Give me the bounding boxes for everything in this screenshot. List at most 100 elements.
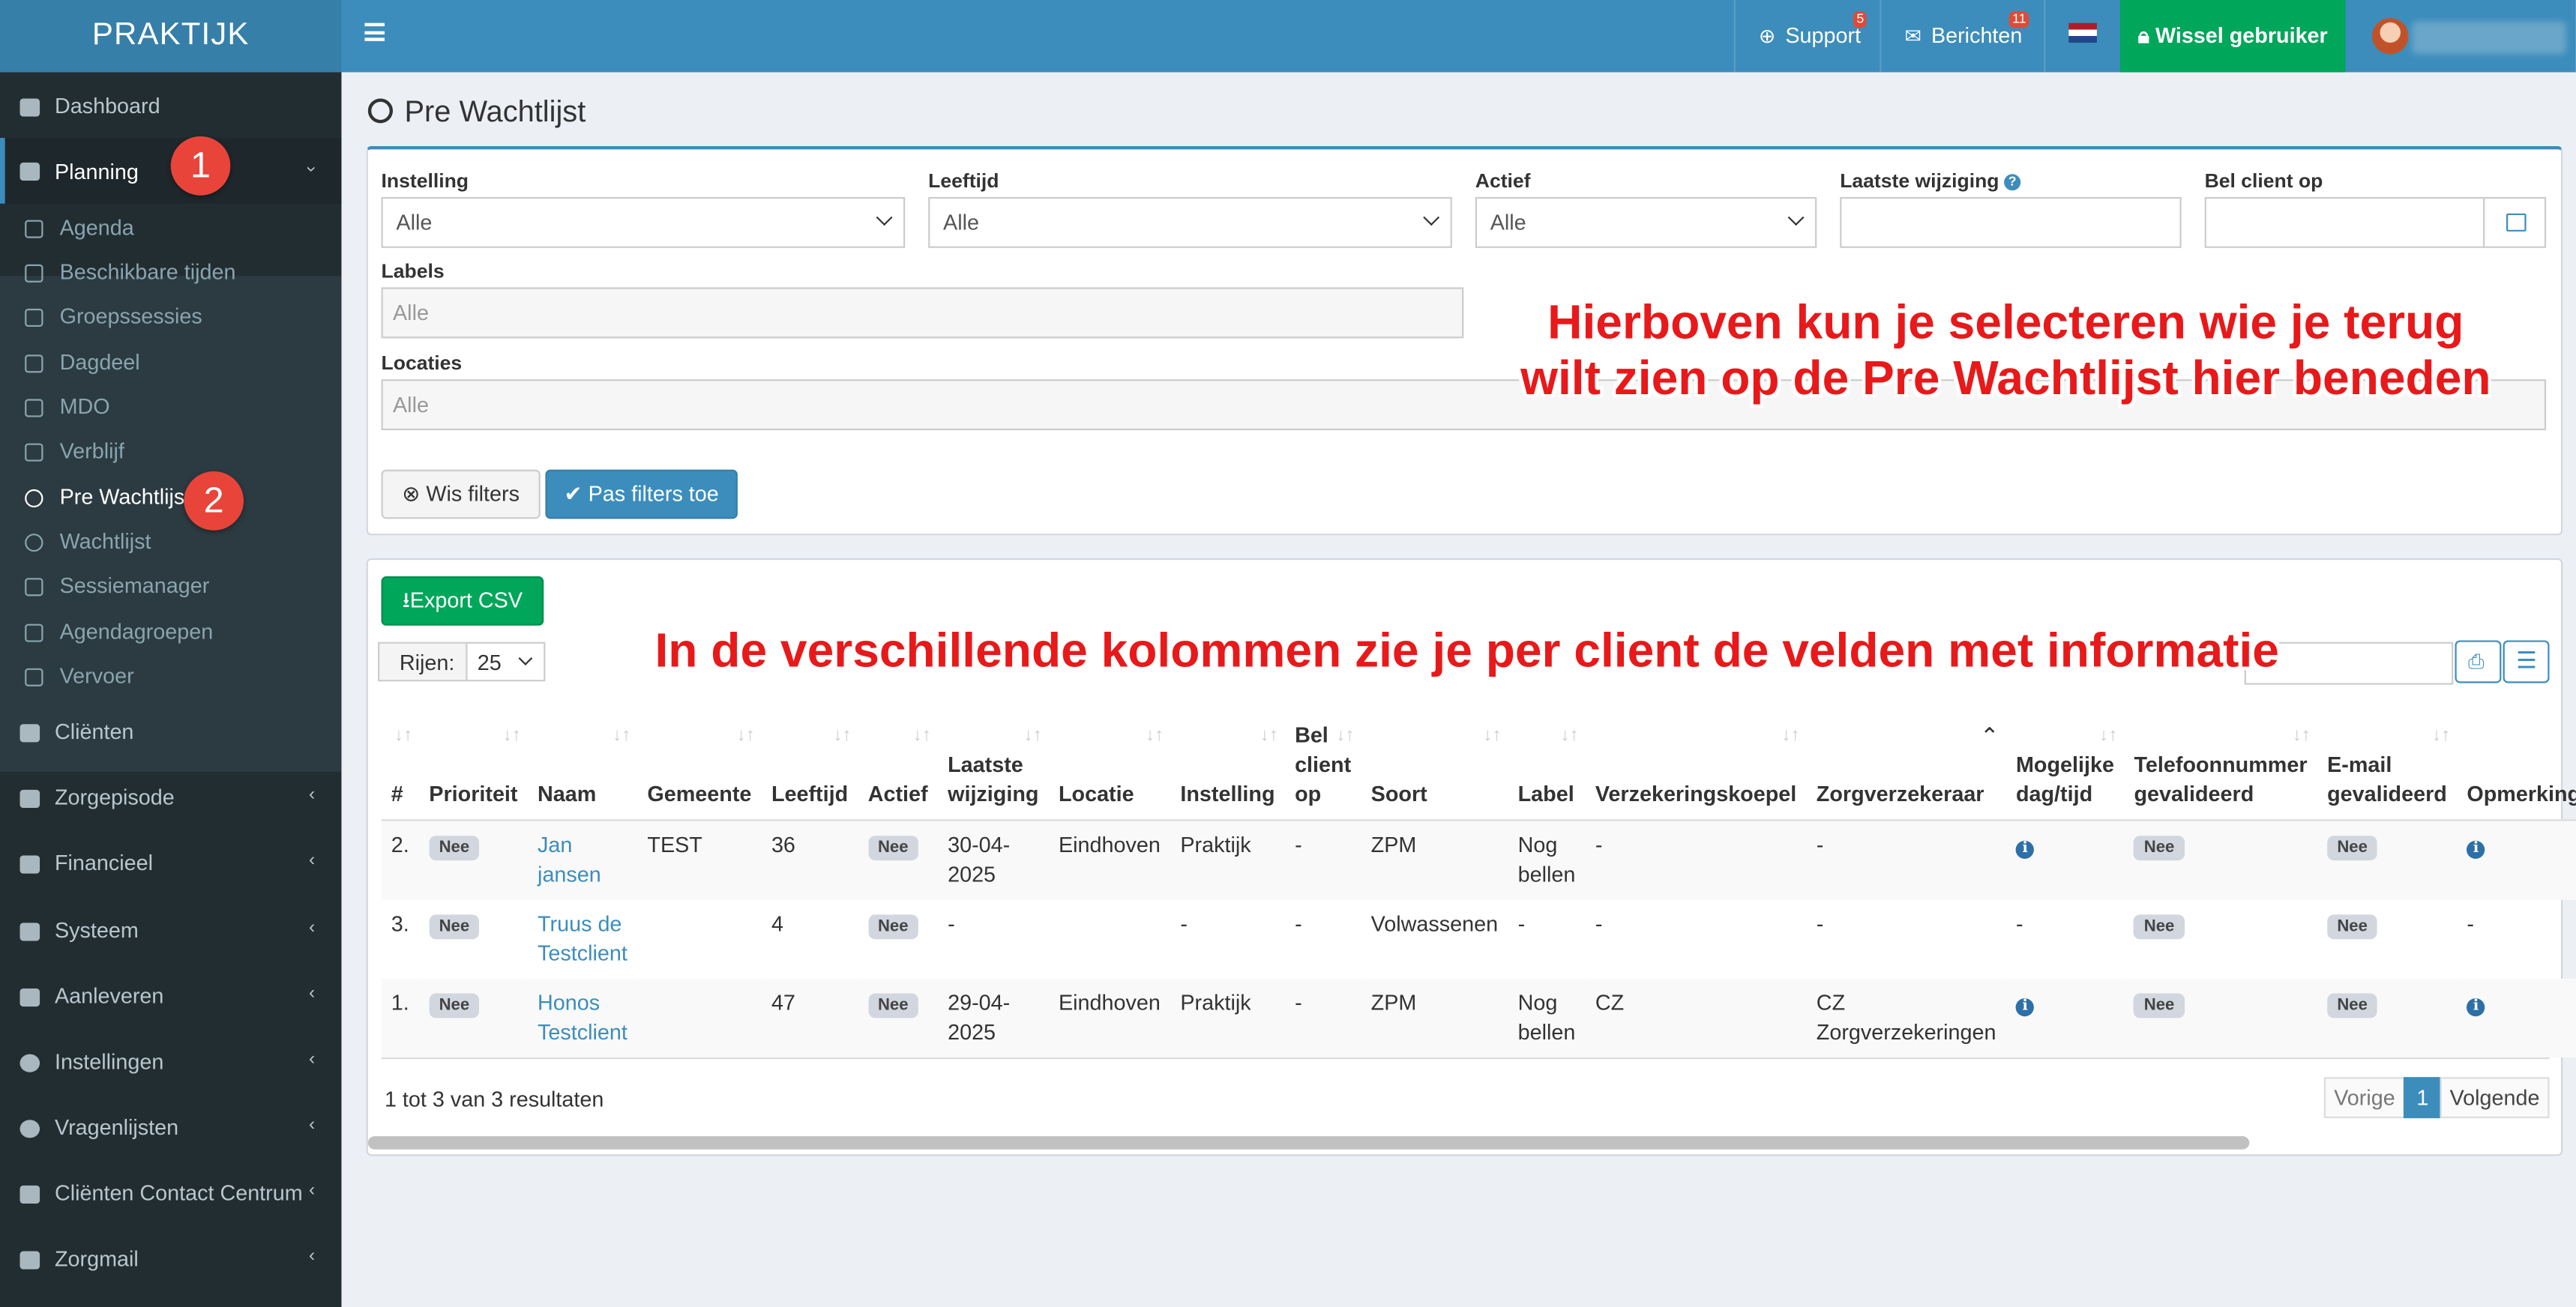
switch-user-button[interactable]: 🔒︎ Wissel gebruiker [2119, 0, 2346, 73]
sidebar-label: Vragenlijsten [54, 1114, 179, 1140]
status-badge: Nee [2327, 836, 2378, 861]
pagination-next[interactable]: Volgende [2440, 1077, 2550, 1119]
cell-nr: 1. [381, 978, 420, 1058]
pagination-previous[interactable]: Vorige [2323, 1077, 2406, 1119]
col-header[interactable]: ↓↑ Bel client op [1284, 714, 1361, 821]
medkit-icon [19, 789, 40, 808]
support-label: Support [1785, 22, 1862, 48]
cell-opmerkingen: - [2467, 911, 2474, 936]
calendar-plus-icon [25, 264, 43, 283]
pagination-page-1[interactable]: 1 [2403, 1077, 2442, 1119]
sidebar-label: Cliënten [54, 719, 134, 744]
annotation-filter-text: Hierboven kun je selecteren wie je terug… [1492, 295, 2520, 407]
calendar-icon [19, 162, 40, 181]
clock-icon [25, 489, 43, 508]
col-header[interactable]: ↓↑ Gemeente [637, 714, 762, 821]
table-row[interactable]: 3. Nee Truus de Testclient 4 Nee - - - V… [382, 900, 2576, 979]
sidebar-label: Verblijf [59, 438, 124, 463]
chevron-left-icon: ‹ [308, 1114, 316, 1135]
instelling-select[interactable]: Alle [381, 196, 906, 248]
user-avatar[interactable] [2371, 18, 2409, 55]
dutch-flag-icon[interactable] [2068, 22, 2097, 43]
gear-icon [19, 1054, 40, 1072]
labels-input[interactable]: Alle [381, 287, 1464, 339]
question-icon[interactable]: ? [2004, 174, 2021, 191]
laatste-wijziging-input[interactable] [1840, 196, 2182, 248]
col-header[interactable]: ↓↑ Mogelijke dag/tijd [2005, 714, 2125, 821]
col-header[interactable]: ↓↑ Leeftijd [761, 714, 858, 821]
col-header[interactable]: ↓↑ # [381, 714, 420, 821]
col-header[interactable]: ⌃ Zorgverzekeraar [1806, 714, 2006, 821]
switch-user-label: Wissel gebruiker [2155, 22, 2328, 48]
rijen-select[interactable]: Rijen: 25 [378, 642, 546, 682]
info-icon[interactable]: i [2015, 998, 2035, 1017]
info-icon[interactable]: i [2467, 998, 2485, 1017]
col-header[interactable]: ↓↑Opmerkingen [2457, 714, 2576, 821]
sidebar: Dashboard Planning › Agenda Beschikbare t… [0, 72, 342, 1307]
col-header[interactable]: ↓↑ Laatste wijziging [937, 714, 1049, 821]
col-label: E-mail gevalideerd [2327, 752, 2447, 806]
col-header[interactable]: ↓↑ Prioriteit [419, 714, 528, 821]
calendar-button[interactable] [2483, 196, 2547, 248]
sidebar-label: Pre Wachtlijst [59, 484, 191, 510]
cell-naam: Honos Testclient [527, 978, 638, 1058]
col-header[interactable]: ↓↑ Soort [1361, 714, 1508, 821]
col-header[interactable]: ↓↑ Actief [858, 714, 938, 821]
horizontal-scrollbar[interactable] [367, 1136, 2250, 1150]
cell-instelling: - [1180, 911, 1188, 936]
calendar-icon [25, 220, 43, 238]
menu-toggle-icon[interactable] [364, 22, 385, 41]
col-label: Leeftijd [771, 781, 849, 806]
chevron-left-icon: ‹ [308, 1049, 316, 1069]
sort-icon: ↓↑ [2292, 725, 2311, 746]
status-badge: Nee [867, 914, 918, 940]
page: PRAKTIJK ⊕ Support 5 ✉ Berichten 11 🔒︎ Wis… [0, 0, 2576, 1307]
table-row[interactable]: 1. Nee Honos Testclient 47 Nee 29-04-202… [381, 978, 2576, 1058]
chevron-left-icon: ‹ [308, 917, 316, 938]
col-header[interactable]: ↓↑ Locatie [1048, 714, 1171, 821]
chevron-down-icon [1787, 209, 1805, 226]
planning-submenu [0, 276, 342, 772]
cell-leeftijd: 4 [771, 911, 783, 936]
info-icon[interactable]: i [2467, 840, 2485, 859]
print-button[interactable]: ⎙ [2455, 640, 2502, 683]
wis-filters-button[interactable]: ⊗ Wis filters [381, 469, 541, 519]
status-badge: Nee [2327, 993, 2378, 1018]
col-header[interactable]: ↓↑ Telefoonnummer gevalideerd [2124, 714, 2317, 821]
col-header[interactable]: ↓↑ Label [1508, 714, 1586, 821]
column-toggle-button[interactable]: ☰ [2503, 640, 2550, 683]
col-header[interactable]: ↓↑ Verzekeringskoepel [1585, 714, 1807, 821]
client-link[interactable]: Jan jansen [538, 833, 601, 887]
col-header[interactable]: ↓↑ Instelling [1170, 714, 1285, 821]
pas-filters-button[interactable]: ✔ Pas filters toe [545, 469, 738, 519]
cell-opmerkingen: i [2457, 978, 2576, 1058]
cell-leeftijd: 47 [761, 978, 858, 1058]
sort-icon: ↓↑ [736, 725, 755, 746]
berichten-label: Berichten [1931, 22, 2023, 48]
bel-client-input[interactable] [2204, 196, 2487, 248]
col-header[interactable]: ↓↑ Naam [527, 714, 638, 821]
cell-prioriteit: Nee [419, 900, 528, 979]
col-header[interactable]: ↓↑ E-mail gevalideerd [2317, 714, 2458, 821]
envelope-icon: ✉ [1904, 24, 1922, 48]
user-name-blurred[interactable] [2412, 21, 2566, 55]
cell-verzekeraar: - [1816, 911, 1824, 936]
chevron-left-icon: ‹ [308, 983, 316, 1003]
app-logo[interactable]: PRAKTIJK [0, 0, 342, 73]
cell-gemeente [637, 900, 762, 979]
table-row[interactable]: 2. Nee Jan jansen TEST 36 Nee 30-04-2025… [381, 820, 2576, 900]
cell-locatie: Eindhoven [1048, 820, 1171, 900]
check-circle-icon: ✔ [564, 480, 589, 506]
leeftijd-select[interactable]: Alle [928, 196, 1452, 248]
info-icon[interactable]: i [2015, 840, 2035, 859]
client-link[interactable]: Truus de Testclient [538, 911, 628, 965]
actief-select[interactable]: Alle [1475, 196, 1817, 248]
cell-tel: Nee [2124, 820, 2317, 900]
chevron-down-icon [876, 209, 893, 226]
cell-prioriteit: Nee [419, 820, 528, 900]
export-csv-button[interactable]: ⭳Export CSV [381, 576, 544, 626]
calendar-icon [25, 399, 43, 417]
laatste-wijziging-label: Laatste wijziging? [1840, 169, 2021, 192]
cell-instelling: Praktijk [1170, 820, 1285, 900]
client-link[interactable]: Honos Testclient [538, 990, 628, 1044]
